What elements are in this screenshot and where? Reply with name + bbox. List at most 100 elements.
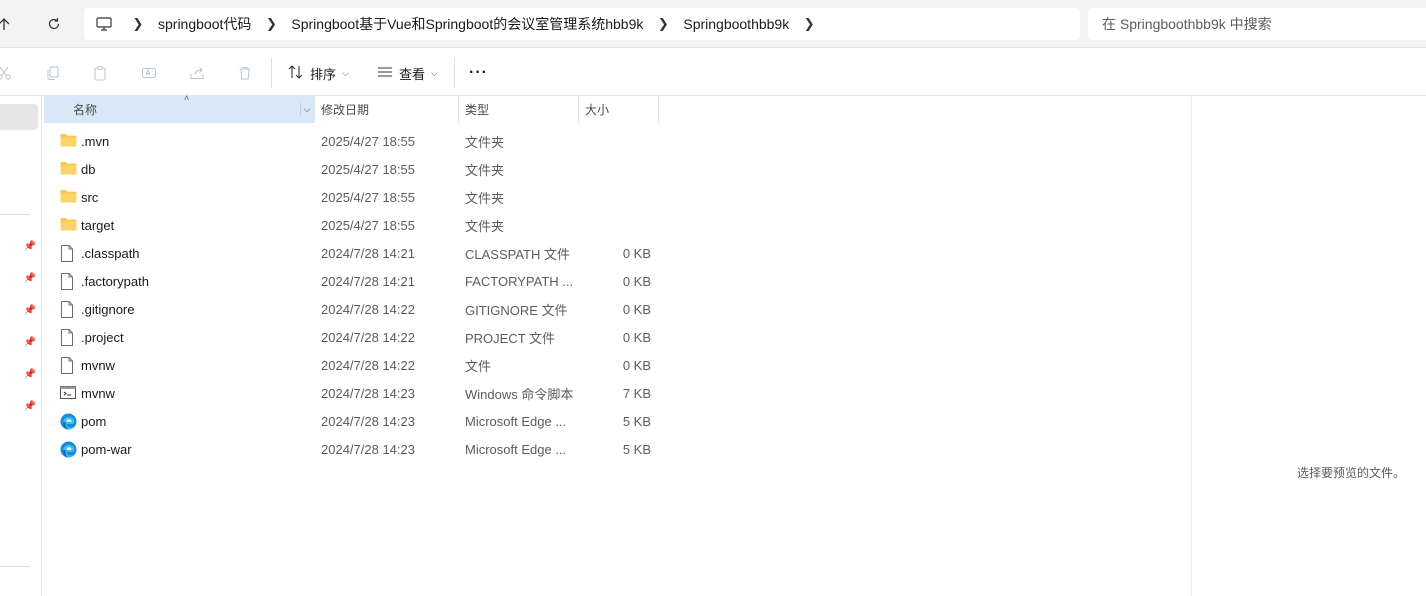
file-icon (60, 273, 77, 290)
column-header-size-label: 大小 (585, 103, 610, 117)
view-label: 查看 (399, 66, 426, 82)
column-header-name[interactable]: ˄ 名称 ⌵ (44, 93, 315, 123)
pin-icon[interactable]: 📌 (24, 400, 36, 412)
file-name: target (81, 217, 115, 233)
file-type: PROJECT 文件 (465, 330, 556, 346)
chevron-down-icon[interactable]: ⌵ (300, 103, 313, 116)
preview-pane (1191, 96, 1426, 596)
copy-icon[interactable] (41, 61, 65, 85)
file-type: Microsoft Edge ... (465, 413, 567, 429)
cut-icon[interactable] (0, 61, 16, 85)
file-size: 0 KB (622, 273, 651, 289)
file-row[interactable]: .gitignore 2024/7/28 14:22 GITIGNORE 文件 0 K… (44, 295, 664, 323)
address-row: ❯ springboot代码 ❯ Springboot基于Vue和Springb… (0, 0, 1426, 48)
file-type: Microsoft Edge ... (465, 441, 567, 457)
column-header-date-label: 修改日期 (321, 103, 370, 117)
file-name: db (81, 161, 96, 177)
delete-icon[interactable] (233, 61, 257, 85)
chevron-right-icon[interactable]: ❯ (257, 16, 285, 32)
file-name: mvnw (81, 385, 115, 401)
pin-icon[interactable]: 📌 (24, 240, 36, 252)
up-arrow-icon[interactable] (0, 12, 16, 36)
file-type: CLASSPATH 文件 (465, 246, 570, 262)
file-icon (60, 245, 77, 262)
chevron-right-icon[interactable]: ❯ (649, 16, 677, 32)
sort-button[interactable]: 排序 ⌵ (288, 59, 349, 87)
file-type: 文件 (465, 358, 492, 374)
command-bar: 排序 ⌵ 查看 ⌵ ··· (0, 49, 1426, 96)
column-header-date[interactable]: 修改日期 (315, 96, 459, 123)
file-icon (60, 357, 77, 374)
address-bar[interactable]: ❯ springboot代码 ❯ Springboot基于Vue和Springb… (84, 8, 1080, 40)
file-row[interactable]: mvnw 2024/7/28 14:22 文件 0 KB (44, 351, 664, 379)
file-name: src (81, 189, 99, 205)
file-icon (60, 301, 77, 318)
chevron-right-icon[interactable]: ❯ (795, 16, 823, 32)
paste-icon[interactable] (88, 61, 112, 85)
file-row[interactable]: pom-war 2024/7/28 14:23 Microsoft Edge ...… (44, 435, 664, 463)
file-name: pom-war (81, 441, 132, 457)
file-name: pom (81, 413, 107, 429)
file-size: 0 KB (622, 357, 651, 373)
share-icon[interactable] (185, 61, 209, 85)
file-row[interactable]: .mvn 2025/4/27 18:55 文件夹 (44, 127, 664, 155)
column-header-name-label: 名称 (73, 103, 98, 117)
column-header-type-label: 类型 (465, 103, 490, 117)
chevron-down-icon: ⌵ (342, 67, 349, 78)
file-size: 7 KB (622, 385, 651, 401)
computer-icon[interactable] (84, 17, 124, 31)
folder-icon (60, 133, 77, 149)
file-size: 0 KB (622, 329, 651, 345)
file-size: 0 KB (622, 301, 651, 317)
folder-icon (60, 217, 77, 233)
rename-icon[interactable] (137, 61, 161, 85)
file-name: .factorypath (81, 273, 149, 289)
search-placeholder: 在 Springboothbb9k 中搜索 (1102, 16, 1272, 32)
breadcrumb-item[interactable]: Springboothbb9k (677, 16, 795, 32)
pin-icon[interactable]: 📌 (24, 304, 36, 316)
file-size: 5 KB (622, 441, 651, 457)
refresh-icon[interactable] (42, 12, 66, 36)
edge-icon (60, 413, 77, 430)
file-name: mvnw (81, 357, 115, 373)
file-type: 文件夹 (465, 162, 505, 178)
breadcrumb-item[interactable]: springboot代码 (152, 14, 257, 34)
file-icon (60, 329, 77, 346)
navigation-pane: 📌 📌 📌 📌 📌 📌 (0, 96, 42, 596)
file-size: 0 KB (622, 245, 651, 261)
file-date: 2024/7/28 14:23 (321, 441, 415, 457)
file-row[interactable]: src 2025/4/27 18:55 文件夹 (44, 183, 664, 211)
file-type: GITIGNORE 文件 (465, 302, 568, 318)
column-header-type[interactable]: 类型 (459, 96, 579, 123)
column-header-size[interactable]: 大小 (579, 96, 659, 123)
file-date: 2025/4/27 18:55 (321, 161, 415, 177)
file-row[interactable]: target 2025/4/27 18:55 文件夹 (44, 211, 664, 239)
breadcrumb-item[interactable]: Springboot基于Vue和Springboot的会议室管理系统hbb9k (285, 14, 649, 34)
toolbar-divider (271, 58, 272, 88)
file-row[interactable]: .factorypath 2024/7/28 14:21 FACTORYPATH .… (44, 267, 664, 295)
file-size: 5 KB (622, 413, 651, 429)
file-date: 2024/7/28 14:22 (321, 357, 415, 373)
file-row[interactable]: mvnw 2024/7/28 14:23 Windows 命令脚本 7 KB (44, 379, 664, 407)
more-options-button[interactable]: ··· (469, 59, 488, 87)
sort-ascending-icon: ˄ (184, 93, 190, 103)
pin-icon[interactable]: 📌 (24, 272, 36, 284)
nav-selected-item[interactable] (0, 104, 38, 130)
file-date: 2025/4/27 18:55 (321, 189, 415, 205)
view-icon (377, 66, 393, 81)
chevron-right-icon[interactable]: ❯ (124, 16, 152, 32)
view-button[interactable]: 查看 ⌵ (377, 59, 438, 87)
sort-label: 排序 (310, 66, 337, 82)
file-name: .gitignore (81, 301, 135, 317)
nav-divider (0, 214, 30, 215)
file-row[interactable]: db 2025/4/27 18:55 文件夹 (44, 155, 664, 183)
file-type: 文件夹 (465, 218, 505, 234)
search-input[interactable]: 在 Springboothbb9k 中搜索 (1088, 8, 1426, 40)
pin-icon[interactable]: 📌 (24, 368, 36, 380)
file-row[interactable]: .classpath 2024/7/28 14:21 CLASSPATH 文件 0 K… (44, 239, 664, 267)
file-date: 2025/4/27 18:55 (321, 217, 415, 233)
file-date: 2024/7/28 14:23 (321, 413, 415, 429)
file-row[interactable]: .project 2024/7/28 14:22 PROJECT 文件 0 KB (44, 323, 664, 351)
file-row[interactable]: pom 2024/7/28 14:23 Microsoft Edge ... 5 KB (44, 407, 664, 435)
pin-icon[interactable]: 📌 (24, 336, 36, 348)
